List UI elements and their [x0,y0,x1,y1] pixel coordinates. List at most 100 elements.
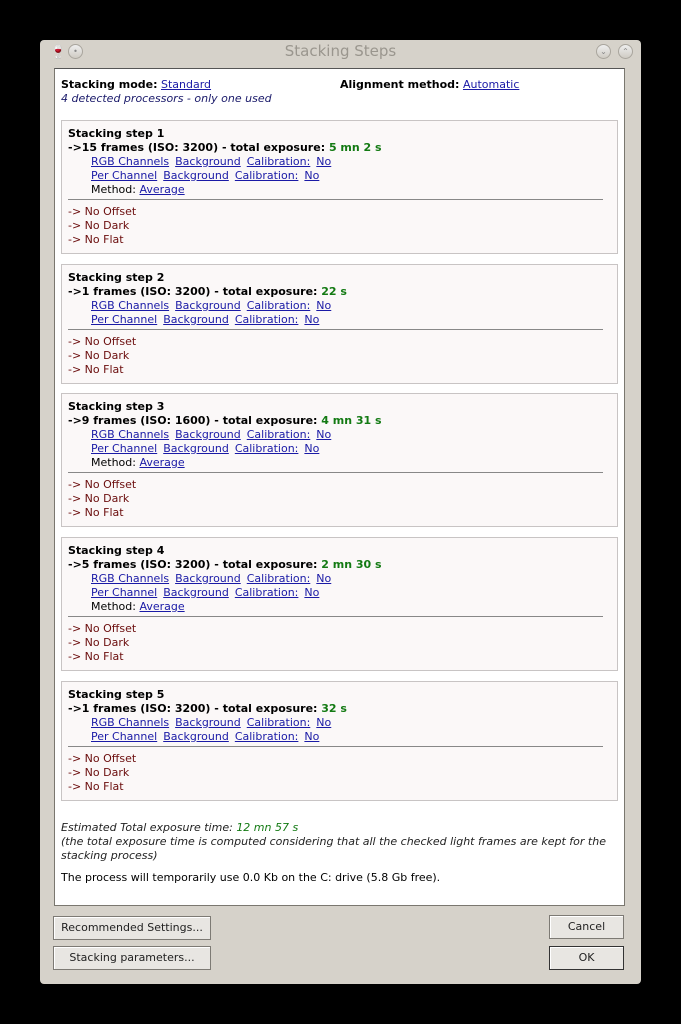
no-dark: -> No Dark [68,492,130,505]
method-link[interactable]: Average [139,183,184,196]
divider [68,616,603,617]
per-channel-calibration-value[interactable]: No [304,586,319,599]
per-channel-link[interactable]: Per Channel [91,169,157,182]
per-channel-calibration-value[interactable]: No [304,730,319,743]
divider [68,199,603,200]
rgb-channels-calibration-value[interactable]: No [316,428,331,441]
no-dark: -> No Dark [68,766,130,779]
step-exposure: 4 mn 31 s [321,414,382,427]
rgb-channels-background-link[interactable]: Background [175,299,241,312]
per-channel-background-link[interactable]: Background [163,730,229,743]
per-channel-row: Per Channel Background Calibration: No [68,586,611,600]
rgb-channels-calibration-link[interactable]: Calibration: [247,716,311,729]
rgb-channels-link[interactable]: RGB Channels [91,716,169,729]
rgb-channels-background-link[interactable]: Background [175,428,241,441]
processors-note: 4 detected processors - only one used [61,92,272,105]
rgb-channels-background-link[interactable]: Background [175,716,241,729]
cancel-button[interactable]: Cancel [549,915,624,939]
rgb-channels-link[interactable]: RGB Channels [91,572,169,585]
recommended-settings-button[interactable]: Recommended Settings... [53,916,211,940]
rgb-channels-calibration-link[interactable]: Calibration: [247,428,311,441]
stacking-mode-label: Stacking mode: [61,78,158,91]
method-label: Method: [91,456,136,469]
method-label: Method: [91,600,136,613]
rgb-channels-row: RGB Channels Background Calibration: No [68,572,611,586]
method-row: Method: Average [68,456,611,470]
rgb-channels-link[interactable]: RGB Channels [91,428,169,441]
stacking-step-5: Stacking step 5 ->1 frames (ISO: 3200) -… [61,681,618,801]
rgb-channels-background-link[interactable]: Background [175,572,241,585]
rgb-channels-calibration-value[interactable]: No [316,155,331,168]
per-channel-calibration-link[interactable]: Calibration: [235,442,299,455]
disk-usage-text: The process will temporarily use 0.0 Kb … [61,871,441,884]
menu-button[interactable]: • [68,44,83,59]
rgb-channels-link[interactable]: RGB Channels [91,299,169,312]
per-channel-background-link[interactable]: Background [163,586,229,599]
stacking-step-1: Stacking step 1 ->15 frames (ISO: 3200) … [61,120,618,254]
rgb-channels-calibration-link[interactable]: Calibration: [247,155,311,168]
per-channel-calibration-value[interactable]: No [304,169,319,182]
minimize-button[interactable]: ⌄ [596,44,611,59]
window-title: Stacking Steps [284,42,397,60]
no-flat: -> No Flat [68,780,124,793]
no-dark: -> No Dark [68,219,130,232]
no-offset: -> No Offset [68,478,137,491]
per-channel-link[interactable]: Per Channel [91,586,157,599]
per-channel-calibration-value[interactable]: No [304,313,319,326]
method-link[interactable]: Average [139,600,184,613]
rgb-channels-row: RGB Channels Background Calibration: No [68,428,611,442]
method-row: Method: Average [68,183,611,197]
stacking-mode-link[interactable]: Standard [161,78,211,91]
per-channel-calibration-link[interactable]: Calibration: [235,730,299,743]
divider [68,472,603,473]
ok-button[interactable]: OK [549,946,624,970]
rgb-channels-calibration-value[interactable]: No [316,299,331,312]
header-info: Stacking mode: Standard Alignment method… [61,78,621,105]
per-channel-link[interactable]: Per Channel [91,313,157,326]
step-title: Stacking step 3 [68,400,165,413]
rgb-channels-calibration-link[interactable]: Calibration: [247,572,311,585]
estimated-exposure-label: Estimated Total exposure time: [61,821,233,834]
per-channel-calibration-link[interactable]: Calibration: [235,586,299,599]
stacking-parameters-button[interactable]: Stacking parameters... [53,946,211,970]
method-link[interactable]: Average [139,456,184,469]
per-channel-row: Per Channel Background Calibration: No [68,442,611,456]
per-channel-background-link[interactable]: Background [163,169,229,182]
divider [68,746,603,747]
rgb-channels-calibration-link[interactable]: Calibration: [247,299,311,312]
step-exposure: 22 s [321,285,347,298]
rgb-channels-row: RGB Channels Background Calibration: No [68,155,611,169]
per-channel-background-link[interactable]: Background [163,313,229,326]
step-exposure: 2 mn 30 s [321,558,382,571]
footer-info: Estimated Total exposure time: 12 mn 57 … [61,821,621,885]
per-channel-link[interactable]: Per Channel [91,442,157,455]
step-frames: ->1 frames (ISO: 3200) - total exposure: [68,285,318,298]
per-channel-calibration-link[interactable]: Calibration: [235,169,299,182]
per-channel-background-link[interactable]: Background [163,442,229,455]
step-title: Stacking step 1 [68,127,165,140]
step-title: Stacking step 4 [68,544,165,557]
rgb-channels-background-link[interactable]: Background [175,155,241,168]
step-exposure: 5 mn 2 s [328,141,382,154]
no-dark: -> No Dark [68,636,130,649]
rgb-channels-calibration-value[interactable]: No [316,572,331,585]
stacking-step-4: Stacking step 4 ->5 frames (ISO: 3200) -… [61,537,618,671]
stacking-steps-dialog: 🍷 • Stacking Steps ⌄ ⌃ Stacking mode: St… [40,40,641,984]
alignment-method-label: Alignment method: [340,78,460,91]
per-channel-row: Per Channel Background Calibration: No [68,313,611,327]
maximize-button[interactable]: ⌃ [618,44,633,59]
step-frames: ->1 frames (ISO: 3200) - total exposure: [68,702,318,715]
title-bar[interactable]: 🍷 • Stacking Steps ⌄ ⌃ [40,40,641,62]
step-title: Stacking step 5 [68,688,165,701]
alignment-method-link[interactable]: Automatic [463,78,519,91]
rgb-channels-link[interactable]: RGB Channels [91,155,169,168]
per-channel-calibration-link[interactable]: Calibration: [235,313,299,326]
rgb-channels-calibration-value[interactable]: No [316,716,331,729]
per-channel-calibration-value[interactable]: No [304,442,319,455]
divider [68,329,603,330]
no-dark: -> No Dark [68,349,130,362]
per-channel-link[interactable]: Per Channel [91,730,157,743]
step-title: Stacking step 2 [68,271,165,284]
step-frames: ->5 frames (ISO: 3200) - total exposure: [68,558,318,571]
rgb-channels-row: RGB Channels Background Calibration: No [68,299,611,313]
